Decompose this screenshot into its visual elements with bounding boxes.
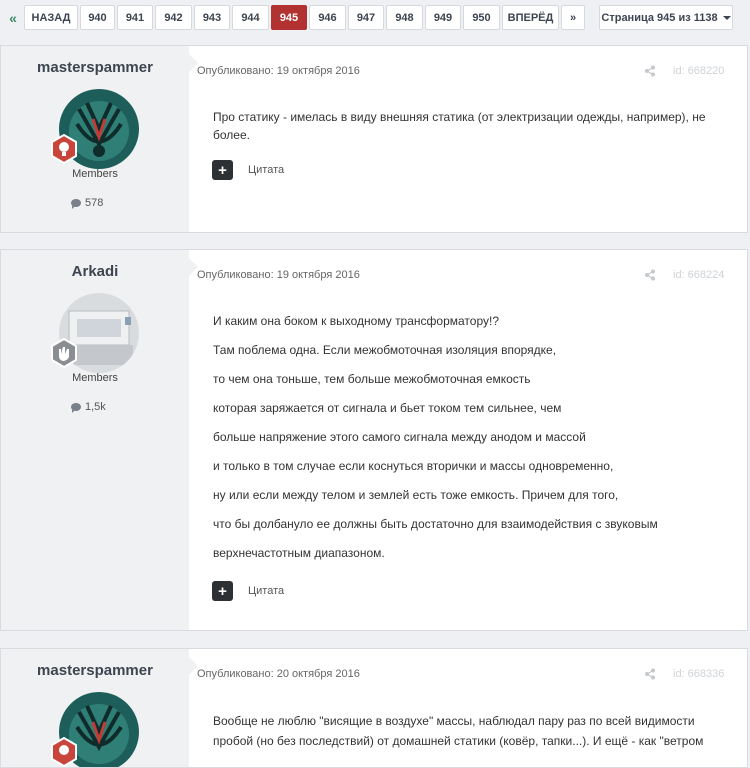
page-946[interactable]: 946 <box>309 5 346 30</box>
member-group: Members <box>72 372 118 384</box>
post-text: верхнечастотным диапазоном. <box>213 546 385 560</box>
page-943[interactable]: 943 <box>194 5 230 30</box>
member-group: Members <box>72 168 118 180</box>
quote-button[interactable]: Цитата <box>248 585 284 597</box>
post-count-value: 578 <box>85 197 104 209</box>
post-count: 1,5k <box>71 401 106 413</box>
next-page-button[interactable]: ВПЕРЁД <box>502 5 559 30</box>
author-panel: masterspammer Members 578 <box>1 46 189 232</box>
post-text: которая заряжается от сигнала и бьет ток… <box>213 401 562 415</box>
post-body: Вообще не люблю "висящие в воздухе" масс… <box>213 711 723 751</box>
page-950[interactable]: 950 <box>463 5 500 30</box>
page-total-label: Страница 945 из 1138 <box>601 11 718 24</box>
post-text: что бы долбануло ее должны быть достаточ… <box>213 517 658 531</box>
comment-icon <box>71 403 81 413</box>
post: Arkadi Members 1,5k Опубликовано: 19 окт… <box>0 249 748 631</box>
author-name-link[interactable]: Arkadi <box>1 263 189 280</box>
pagination: « НАЗАД 940 941 942 943 944 945 946 947 … <box>0 0 750 36</box>
post-id: id: 668336 <box>673 668 725 680</box>
caret-down-icon <box>722 15 731 20</box>
last-page-button[interactable]: » <box>561 5 585 30</box>
post-body: И каким она боком к выходному трансформа… <box>213 312 723 573</box>
author-panel: Arkadi Members 1,5k <box>1 250 189 630</box>
multiquote-button[interactable]: + <box>212 581 233 601</box>
author-name-link[interactable]: masterspammer <box>1 662 189 679</box>
post: masterspammer Members 578 Опубликовано: … <box>0 45 748 233</box>
post-body: Про статику - имелась в виду внешняя ста… <box>213 108 723 155</box>
rank-badge-icon <box>51 737 77 767</box>
prev-page-button[interactable]: НАЗАД <box>24 5 78 30</box>
page-947[interactable]: 947 <box>348 5 384 30</box>
post: masterspammer Опубликовано: 20 октября 2… <box>0 648 748 768</box>
first-page-button[interactable]: « <box>4 5 22 30</box>
post-text: больше напряжение этого самого сигнала м… <box>213 430 586 444</box>
author-panel: masterspammer <box>1 649 189 767</box>
post-id: id: 668220 <box>673 65 725 77</box>
post-count-value: 1,5k <box>85 401 106 413</box>
post-text: Там поблема одна. Если межобмоточная изо… <box>213 343 557 357</box>
post-date[interactable]: Опубликовано: 19 октября 2016 <box>197 269 360 281</box>
rank-badge-icon <box>51 134 77 164</box>
post-text: пробой (но без последствий) от домашней … <box>213 734 704 748</box>
quote-button[interactable]: Цитата <box>248 164 284 176</box>
comment-icon <box>71 199 81 209</box>
share-icon[interactable] <box>644 65 656 77</box>
share-icon[interactable] <box>644 668 656 680</box>
post-text: и только в том случае если коснуться вто… <box>213 459 614 473</box>
page-941[interactable]: 941 <box>117 5 153 30</box>
page-948[interactable]: 948 <box>386 5 423 30</box>
rank-badge-icon <box>51 338 77 368</box>
page-949[interactable]: 949 <box>425 5 461 30</box>
page-jump-dropdown[interactable]: Страница 945 из 1138 <box>599 5 733 30</box>
post-id: id: 668224 <box>673 269 725 281</box>
post-text: Вообще не люблю "висящие в воздухе" масс… <box>213 714 695 728</box>
multiquote-button[interactable]: + <box>212 160 233 180</box>
page-942[interactable]: 942 <box>155 5 192 30</box>
page-945-current[interactable]: 945 <box>271 5 307 30</box>
share-icon[interactable] <box>644 269 656 281</box>
post-date[interactable]: Опубликовано: 19 октября 2016 <box>197 65 360 77</box>
post-date[interactable]: Опубликовано: 20 октября 2016 <box>197 668 360 680</box>
author-name-link[interactable]: masterspammer <box>1 59 189 76</box>
page-940[interactable]: 940 <box>80 5 115 30</box>
post-count: 578 <box>71 197 103 209</box>
post-text: Про статику - имелась в виду внешняя ста… <box>213 110 706 142</box>
post-text: И каким она боком к выходному трансформа… <box>213 314 499 328</box>
post-text: то чем она тоньше, тем больше межобмоточ… <box>213 372 531 386</box>
post-text: ну или если между телом и землей есть то… <box>213 488 619 502</box>
page-944[interactable]: 944 <box>232 5 269 30</box>
